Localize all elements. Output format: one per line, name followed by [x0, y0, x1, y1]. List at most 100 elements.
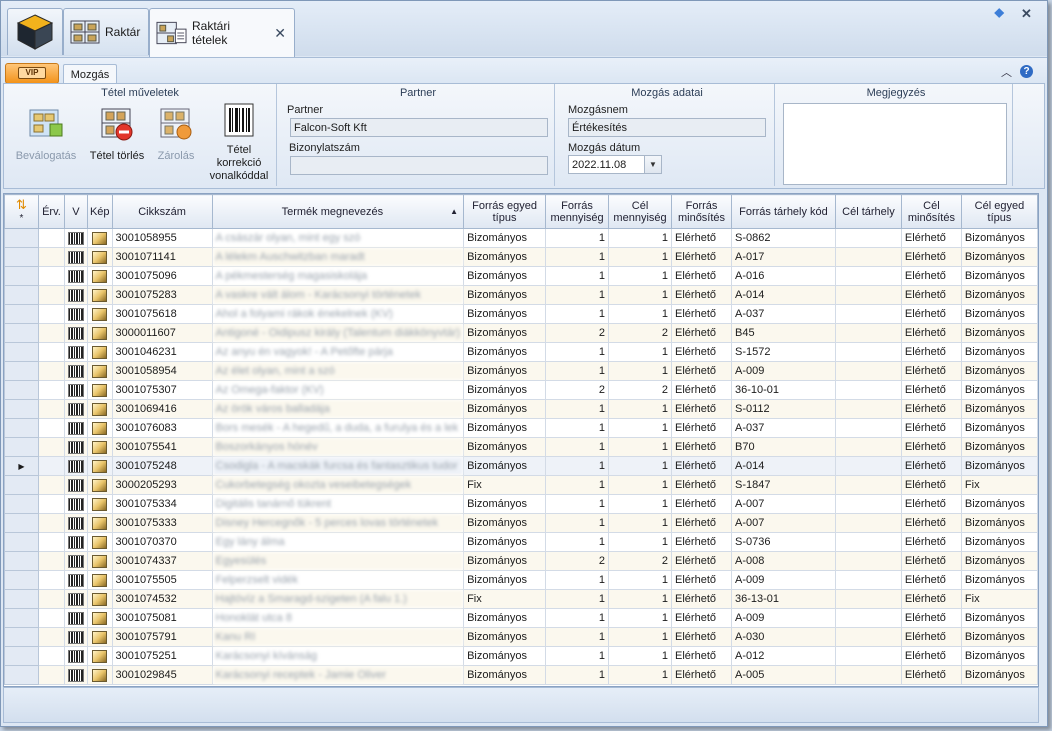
barcode-icon[interactable]	[67, 345, 84, 359]
barcode-icon[interactable]	[67, 516, 84, 530]
collapse-ribbon-icon[interactable]: ︿	[1001, 64, 1012, 80]
table-row[interactable]: 3000205293 Cukorbetegség okozta veseibete…	[4, 475, 1038, 495]
table-row[interactable]: 3001071141 A lélekm Auschwitzban maradt Bi…	[4, 247, 1038, 267]
table-row[interactable]: 3001074337 Egyesülés Bizományos 2 2 Elérhető A…	[4, 551, 1038, 571]
barcode-icon[interactable]	[67, 402, 84, 416]
barcode-icon[interactable]	[67, 421, 84, 435]
bevalogatas-button[interactable]: Beválogatás	[12, 106, 80, 163]
col-cel-egyed-tipus[interactable]: Cél egyed típus	[960, 194, 1038, 229]
barcode-icon[interactable]	[67, 364, 84, 378]
picture-icon[interactable]	[92, 383, 108, 397]
picture-icon[interactable]	[92, 250, 108, 264]
picture-icon[interactable]	[92, 402, 108, 416]
picture-icon[interactable]	[92, 611, 108, 625]
col-cel-mennyiseg[interactable]: Cél mennyiség	[608, 194, 673, 229]
barcode-icon[interactable]	[67, 535, 84, 549]
table-row[interactable]: 3001075096 A pékmesterség magasiskolája Bi…	[4, 266, 1038, 286]
barcode-icon[interactable]	[67, 326, 84, 340]
picture-icon[interactable]	[92, 459, 108, 473]
picture-icon[interactable]	[92, 516, 108, 530]
barcode-icon[interactable]	[67, 649, 84, 663]
table-row[interactable]: 3001075333 Disney Hercegnők - 5 perces lo…	[4, 513, 1038, 533]
barcode-icon[interactable]	[67, 497, 84, 511]
table-row[interactable]: 3001075791 Kanu RI Bizományos 1 1 Elérhető A-0…	[4, 627, 1038, 647]
picture-icon[interactable]	[92, 326, 108, 340]
megjegyzes-textarea[interactable]	[783, 103, 1007, 185]
tab-raktari-tetelek[interactable]: Raktári tételek ✕	[149, 8, 295, 57]
partner-field[interactable]: Falcon-Soft Kft	[290, 118, 548, 137]
table-row[interactable]: 3001029845 Karácsonyi receptek - Jamie Ol…	[4, 665, 1038, 685]
barcode-icon[interactable]	[67, 269, 84, 283]
picture-icon[interactable]	[92, 421, 108, 435]
table-row[interactable]: 3001075081 Honoklát utca 8 Bizományos 1 1 Elé…	[4, 608, 1038, 628]
col-v[interactable]: V	[63, 194, 88, 229]
picture-icon[interactable]	[92, 573, 108, 587]
picture-icon[interactable]	[92, 478, 108, 492]
help-icon[interactable]: ?	[1020, 65, 1033, 78]
table-row[interactable]: 3001058954 Az élet olyan, mint a szó Bizom…	[4, 361, 1038, 381]
row-indicator-header[interactable]: ⇅ *	[4, 194, 39, 229]
table-row[interactable]: 3001070370 Egy lány álma Bizományos 1 1 Elérh…	[4, 532, 1038, 552]
barcode-icon[interactable]	[67, 611, 84, 625]
mozgas-datum-combo[interactable]: 2022.11.08 ▼	[568, 155, 662, 174]
chevron-down-icon[interactable]: ▼	[644, 156, 661, 173]
barcode-icon[interactable]	[67, 288, 84, 302]
picture-icon[interactable]	[92, 630, 108, 644]
table-row[interactable]: 3001075307 Az Omega-faktor (KV) Bizományos…	[4, 380, 1038, 400]
app-logo[interactable]	[7, 8, 63, 55]
picture-icon[interactable]	[92, 288, 108, 302]
picture-icon[interactable]	[92, 307, 108, 321]
tab-close-icon[interactable]: ✕	[274, 25, 286, 42]
col-termek-megnevezes[interactable]: Termék megnevezés ▲	[211, 194, 465, 229]
picture-icon[interactable]	[92, 440, 108, 454]
col-forras-minosites[interactable]: Forrás minősítés	[671, 194, 732, 229]
barcode-icon[interactable]	[67, 478, 84, 492]
picture-icon[interactable]	[92, 554, 108, 568]
vip-button[interactable]: VIP	[5, 63, 59, 84]
col-erv[interactable]: Érv.	[37, 194, 65, 229]
col-forras-egyed-tipus[interactable]: Forrás egyed típus	[463, 194, 547, 229]
picture-icon[interactable]	[92, 345, 108, 359]
barcode-icon[interactable]	[67, 383, 84, 397]
col-cel-tarhely[interactable]: Cél tárhely	[834, 194, 902, 229]
mozgasnem-field[interactable]: Értékesítés	[568, 118, 766, 137]
picture-icon[interactable]	[92, 364, 108, 378]
tetel-korrekcio-button[interactable]: Tétel korrekció vonalkóddal	[204, 102, 274, 183]
barcode-icon[interactable]	[67, 440, 84, 454]
barcode-icon[interactable]	[67, 668, 84, 682]
barcode-icon[interactable]	[67, 250, 84, 264]
zarolas-button[interactable]: Zárolás	[154, 106, 198, 163]
barcode-icon[interactable]	[67, 231, 84, 245]
picture-icon[interactable]	[92, 231, 108, 245]
pin-icon[interactable]: ⯁	[994, 6, 1004, 22]
picture-icon[interactable]	[92, 668, 108, 682]
window-close-icon[interactable]: ✕	[1021, 6, 1032, 22]
col-cikkszam[interactable]: Cikkszám	[111, 194, 213, 229]
col-forras-tarhely-kod[interactable]: Forrás tárhely kód	[731, 194, 836, 229]
table-row[interactable]: 3001058955 A császár olyan, mint egy szó B…	[4, 228, 1038, 248]
barcode-icon[interactable]	[67, 592, 84, 606]
picture-icon[interactable]	[92, 649, 108, 663]
barcode-icon[interactable]	[67, 307, 84, 321]
table-row[interactable]: 3001076083 Bors mesék - A hegedű, a duda,…	[4, 418, 1038, 438]
barcode-icon[interactable]	[67, 573, 84, 587]
table-row[interactable]: ▶ 3001075248 Csodigla - A macskák furcsa é…	[4, 456, 1038, 476]
picture-icon[interactable]	[92, 269, 108, 283]
barcode-icon[interactable]	[67, 554, 84, 568]
col-kep[interactable]: Kép	[86, 194, 113, 229]
table-row[interactable]: 3001074532 Hajtóvíz a Smaragd-szigeten (A…	[4, 589, 1038, 609]
table-row[interactable]: 3001069416 Az örök város balladája Bizomán…	[4, 399, 1038, 419]
table-row[interactable]: 3001075334 Digitális tanárnő tükrent Bizom…	[4, 494, 1038, 514]
table-row[interactable]: 3001075283 A vaskre vált álom - Karácsony…	[4, 285, 1038, 305]
table-row[interactable]: 3001075618 Ahol a folyami rákok énekelnek…	[4, 304, 1038, 324]
picture-icon[interactable]	[92, 592, 108, 606]
picture-icon[interactable]	[92, 535, 108, 549]
table-row[interactable]: 3001046231 Az anyu én vagyok! - A Petőfte…	[4, 342, 1038, 362]
table-row[interactable]: 3001075251 Karácsonyi kívánság Bizományos 1…	[4, 646, 1038, 666]
barcode-icon[interactable]	[67, 459, 84, 473]
bizonylatszam-field[interactable]	[290, 156, 548, 175]
col-cel-minosites[interactable]: Cél minősítés	[900, 194, 962, 229]
barcode-icon[interactable]	[67, 630, 84, 644]
table-row[interactable]: 3000011607 Antigoné - Oidipusz király (Ta…	[4, 323, 1038, 343]
tetel-torles-button[interactable]: Tétel törlés	[86, 106, 148, 163]
